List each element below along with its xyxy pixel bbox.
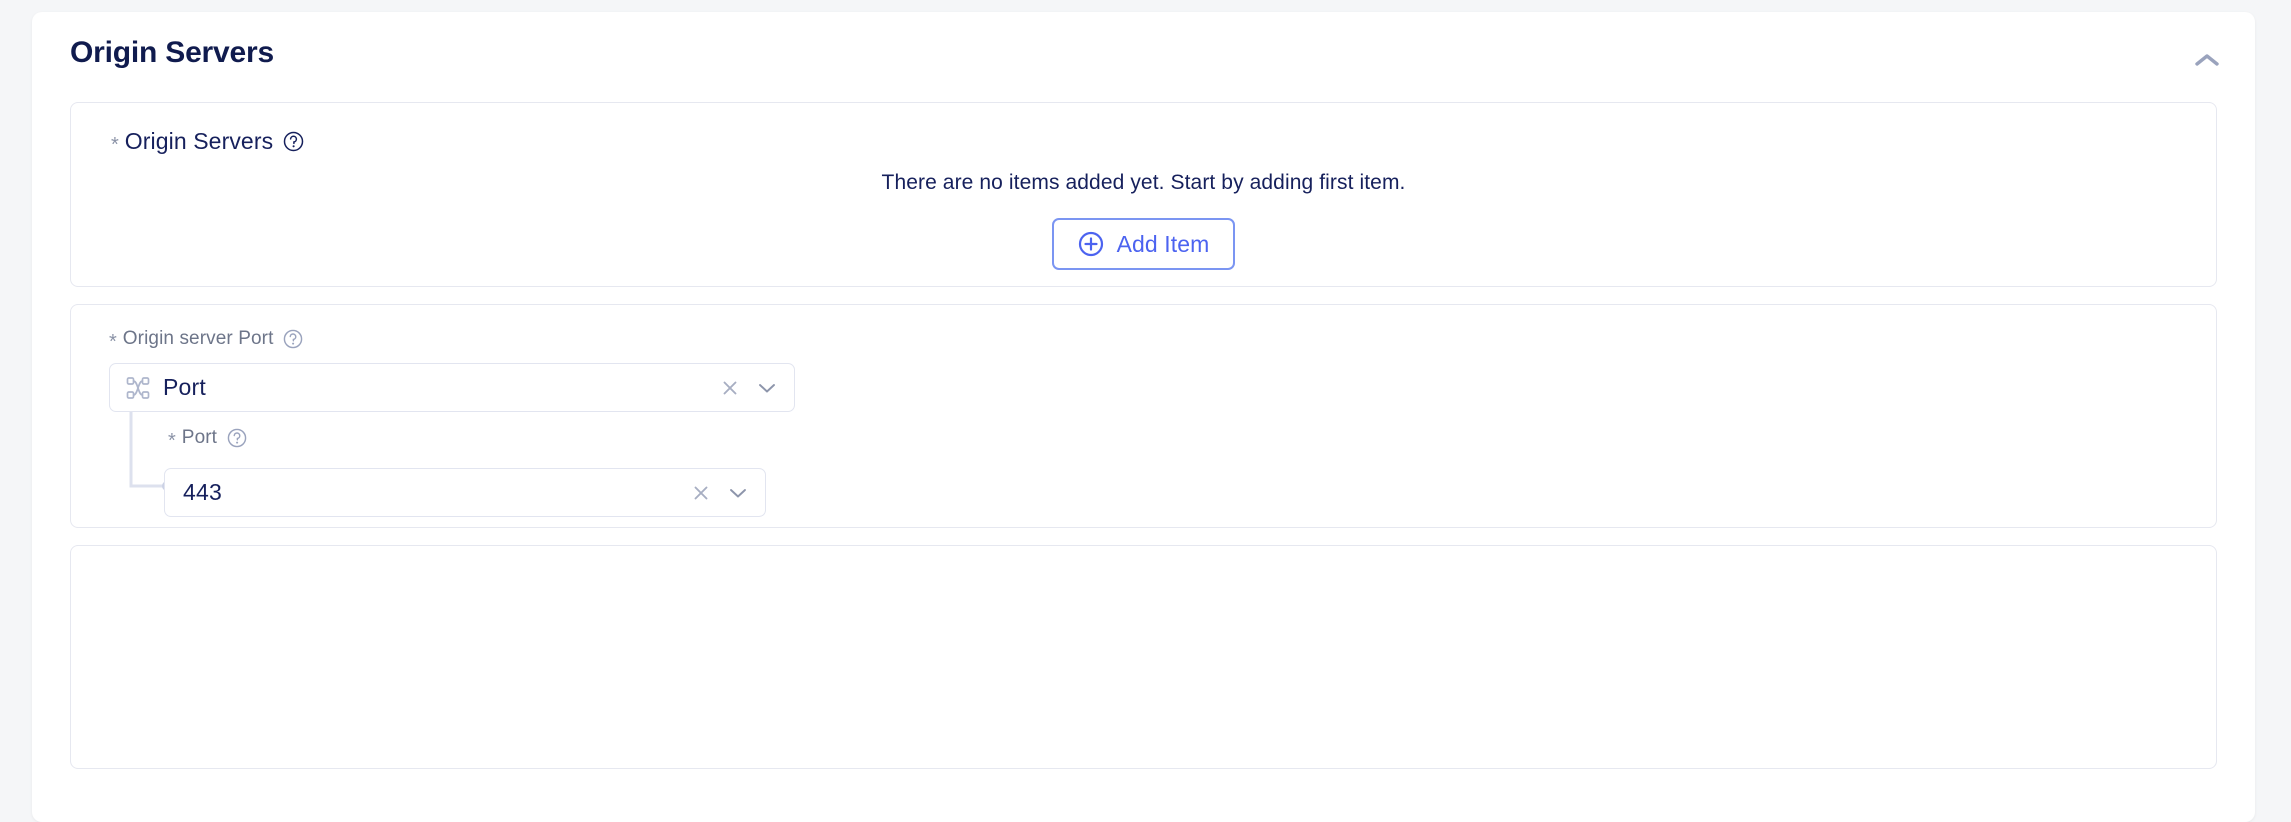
origin-server-port-select-value: Port: [163, 374, 206, 400]
add-item-button[interactable]: Add Item: [1051, 218, 1236, 270]
field-label-text: Port: [181, 427, 218, 448]
field-label-text: Origin Servers: [124, 128, 274, 154]
question-circle-icon[interactable]: [227, 428, 247, 448]
clear-x-icon[interactable]: [692, 484, 710, 502]
add-item-button-label: Add Item: [1116, 230, 1210, 257]
select-actions: [721, 379, 777, 397]
required-marker: *: [168, 430, 176, 452]
port-subfield-label: * Port: [168, 427, 247, 452]
next-panel: [70, 545, 2217, 769]
empty-state-message: There are no items added yet. Start by a…: [881, 171, 1406, 194]
origin-server-port-select[interactable]: Port: [109, 363, 795, 412]
port-value: 443: [183, 479, 222, 505]
origin-server-port-panel: * Origin server Port Port * Port 443: [70, 304, 2217, 528]
page-title: Origin Servers: [70, 36, 274, 69]
chevron-down-icon[interactable]: [757, 381, 777, 395]
clear-x-icon[interactable]: [721, 379, 739, 397]
chevron-down-icon[interactable]: [728, 486, 748, 500]
origin-server-port-label: * Origin server Port: [109, 328, 303, 353]
required-marker: *: [109, 331, 117, 353]
origin-servers-card: Origin Servers * Origin Servers There ar…: [32, 12, 2255, 822]
field-label-text: Origin server Port: [122, 328, 274, 349]
add-item-row: Add Item: [71, 218, 2216, 270]
section-header: Origin Servers: [32, 12, 2255, 94]
question-circle-icon[interactable]: [283, 329, 303, 349]
chevron-up-icon: [2194, 52, 2220, 68]
plus-circle-icon: [1078, 231, 1104, 257]
origin-servers-label: * Origin Servers: [111, 128, 304, 155]
collapse-section-button[interactable]: [2185, 40, 2229, 80]
origin-servers-panel: * Origin Servers There are no items adde…: [70, 102, 2217, 399]
port-value-select[interactable]: 443: [164, 468, 766, 517]
question-circle-icon[interactable]: [283, 131, 304, 152]
select-actions: [692, 484, 748, 502]
shuffle-nodes-icon: [126, 376, 150, 400]
required-marker: *: [111, 133, 119, 156]
